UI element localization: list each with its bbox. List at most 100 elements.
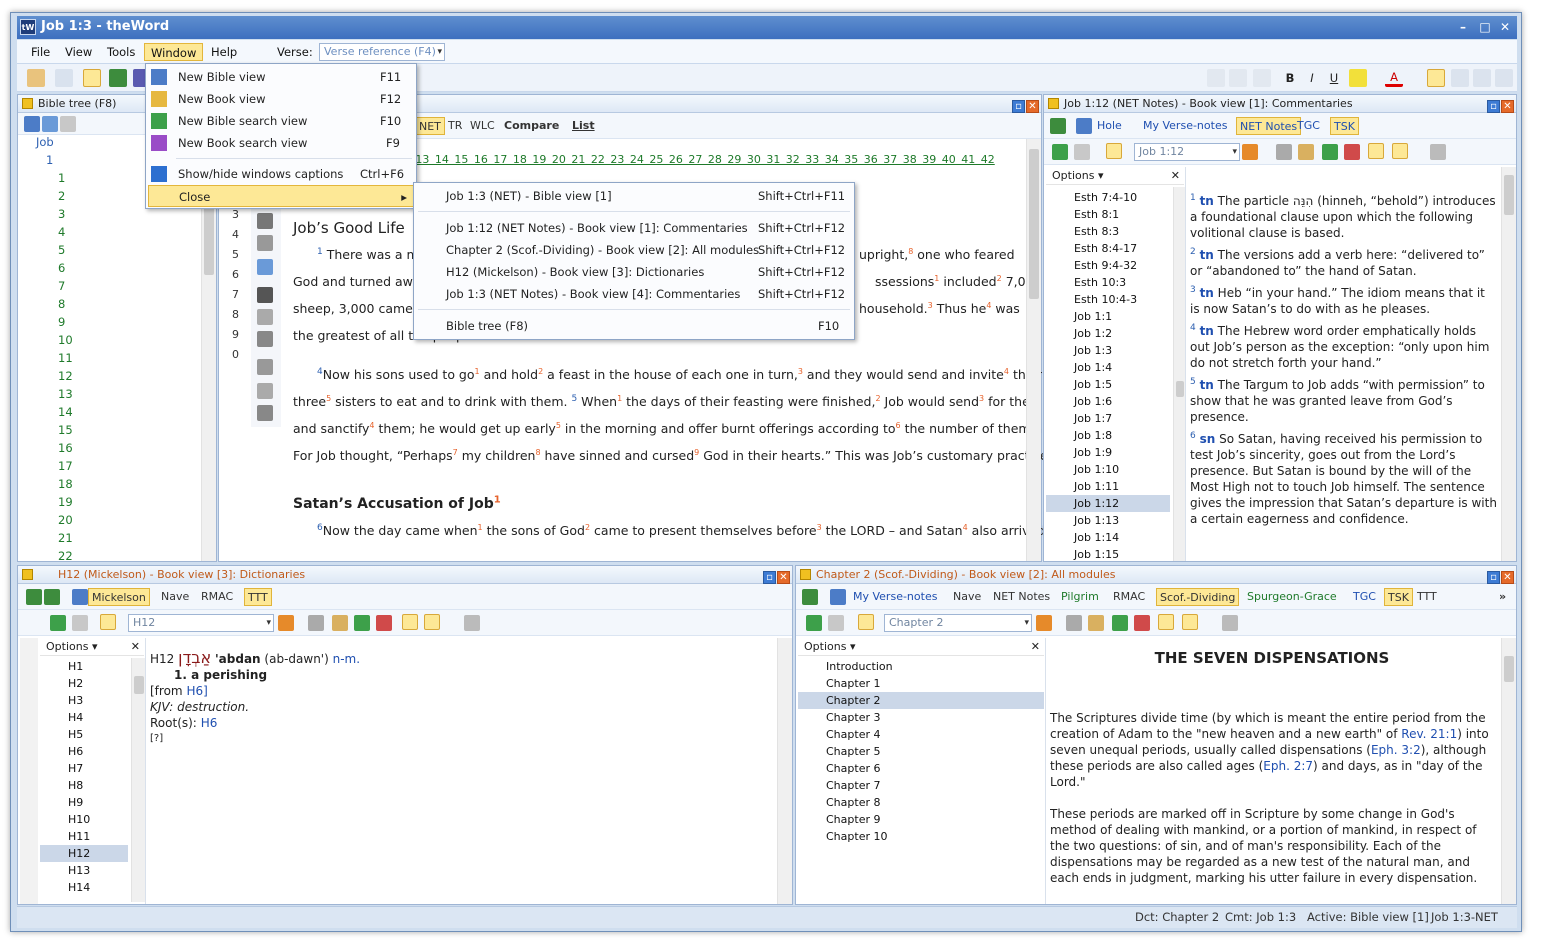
tree-verse-item[interactable]: 20 [22,511,202,529]
dictionary-list-item[interactable]: H1 [40,658,128,675]
copy-icon[interactable] [55,69,73,87]
commentary-list-item[interactable]: Job 1:11 [1046,478,1170,495]
commentary-list-item[interactable]: Job 1:2 [1046,325,1170,342]
commentary-ref-input[interactable]: Job 1:12 [1134,143,1240,161]
panel-restore-icon[interactable]: ▫ [1487,100,1500,113]
close-book-view-4[interactable]: Job 1:3 (NET Notes) - Book view [4]: Com… [414,283,854,305]
gear-icon[interactable] [257,405,273,421]
panel-menu-icon[interactable] [800,569,811,580]
eye-icon[interactable] [257,287,273,303]
tree-verse-item[interactable]: 17 [22,457,202,475]
commentary-list-item[interactable]: Esth 8:4-17 [1046,240,1170,257]
panel-restore-icon[interactable]: ▫ [1487,571,1500,584]
zoom-in-icon[interactable] [354,615,370,631]
chip-my-verse-notes[interactable]: My Verse-notes [850,588,940,606]
audio-icon[interactable] [1222,615,1238,631]
index-scrollbar[interactable] [1173,187,1185,561]
forward-arrow-icon[interactable] [1074,144,1090,160]
tree-verse-item[interactable]: 6 [22,259,202,277]
link-icon[interactable] [424,614,440,630]
allmodules-list-item[interactable]: Chapter 5 [798,743,1044,760]
dictionary-list-item[interactable]: H12 [40,845,128,862]
link-eph-3-2[interactable]: Eph. 3:2 [1371,743,1421,757]
highlight-icon[interactable] [1349,69,1367,87]
menu-new-book-view[interactable]: New Book view F12 [146,88,416,110]
dictionary-list-item[interactable]: H6 [40,743,128,760]
commentary-list-item[interactable]: Esth 7:4-10 [1046,189,1170,206]
print-icon[interactable] [1066,615,1082,631]
link-rev[interactable]: Rev. 21:1 [1401,727,1457,741]
goto-icon[interactable] [257,213,273,229]
print-icon[interactable] [1276,144,1292,160]
bookmark-icon[interactable] [332,615,348,631]
allmodules-list-item[interactable]: Chapter 7 [798,777,1044,794]
link-icon[interactable] [257,383,273,399]
chip-scof-dividing[interactable]: Scof.-Dividing [1156,588,1240,606]
library-icon[interactable] [802,589,818,605]
document-icon[interactable] [257,331,273,347]
redo-icon[interactable] [1253,69,1271,87]
chip-net-notes[interactable]: NET Notes [990,588,1053,606]
chip-tgc[interactable]: TGC [1350,588,1379,606]
commentary-list-item[interactable]: Job 1:6 [1046,393,1170,410]
chip-spurgeon-grace[interactable]: Spurgeon-Grace [1244,588,1340,606]
hand-icon[interactable] [1158,614,1174,630]
close-icon[interactable]: ✕ [1495,18,1515,36]
align-center-icon[interactable] [1451,69,1469,87]
options-menu[interactable]: Options ▾ ✕ [798,638,1044,656]
paste-icon[interactable] [1207,69,1225,87]
link-icon[interactable] [1392,143,1408,159]
menu-close[interactable]: Close ▸ [148,185,414,207]
allmodules-list-item[interactable]: Chapter 2 [798,692,1044,709]
bookmark-icon[interactable] [1088,615,1104,631]
root-link-h6[interactable]: H6 [201,716,218,730]
zoom-out-icon[interactable] [1134,615,1150,631]
commentary-list-item[interactable]: Job 1:5 [1046,376,1170,393]
prev-next-icon[interactable] [278,615,294,631]
close-bible-tree[interactable]: Bible tree (F8) F10 [414,315,854,337]
book-icon[interactable] [44,589,60,605]
toggle-list-icon[interactable] [858,614,874,630]
verse-reference-input[interactable]: Verse reference (F4) [319,43,445,61]
commentary-list-item[interactable]: Job 1:10 [1046,461,1170,478]
zoom-out-icon[interactable] [1344,144,1360,160]
commentary-list-item[interactable]: Job 1:8 [1046,427,1170,444]
menu-window[interactable]: Window [144,43,204,61]
tree-verse-item[interactable]: 16 [22,439,202,457]
panel-menu-icon[interactable] [1048,98,1059,109]
close-icon[interactable]: ✕ [1171,167,1180,185]
link-h6[interactable]: H6] [186,684,207,698]
entry-scrollbar[interactable] [777,638,792,904]
commentary-list-item[interactable]: Job 1:1 [1046,308,1170,325]
allmodules-list-item[interactable]: Chapter 9 [798,811,1044,828]
tree-verse-item[interactable]: 5 [22,241,202,259]
tab-compare[interactable]: Compare [501,117,562,135]
allmodules-list-item[interactable]: Chapter 8 [798,794,1044,811]
menu-new-bible-search[interactable]: New Bible search view F10 [146,110,416,132]
panel-restore-icon[interactable]: ▫ [1012,100,1025,113]
more-chevron-icon[interactable]: » [1496,588,1509,606]
back-arrow-icon[interactable] [806,615,822,631]
chip-nave[interactable]: Nave [158,588,192,606]
panel-close-icon[interactable]: ✕ [1501,571,1514,584]
commentary-list-item[interactable]: Job 1:4 [1046,359,1170,376]
close-book-view-1[interactable]: Job 1:12 (NET Notes) - Book view [1]: Co… [414,217,854,239]
dictionary-list-item[interactable]: H7 [40,760,128,777]
chip-pilgrim[interactable]: Pilgrim [1058,588,1102,606]
maximize-icon[interactable]: □ [1475,18,1495,36]
commentary-list-item[interactable]: Job 1:12 [1046,495,1170,512]
allmodules-list-item[interactable]: Introduction [798,658,1044,675]
menu-help[interactable]: Help [205,43,243,61]
minimize-icon[interactable]: – [1453,18,1473,36]
link-eph-2-7[interactable]: Eph. 2:7 [1263,759,1313,773]
chip-ttt[interactable]: TTT [244,588,272,606]
tree-verse-item[interactable]: 11 [22,349,202,367]
hand-icon[interactable] [1368,143,1384,159]
back-arrow-icon[interactable] [50,615,66,631]
dictionary-list-item[interactable]: H3 [40,692,128,709]
allmodules-list-item[interactable]: Chapter 3 [798,709,1044,726]
allmodules-list-item[interactable]: Chapter 10 [798,828,1044,845]
commentary-list-item[interactable]: Job 1:7 [1046,410,1170,427]
align-justify-icon[interactable] [1495,69,1513,87]
entry-mark[interactable]: [?] [150,731,770,747]
